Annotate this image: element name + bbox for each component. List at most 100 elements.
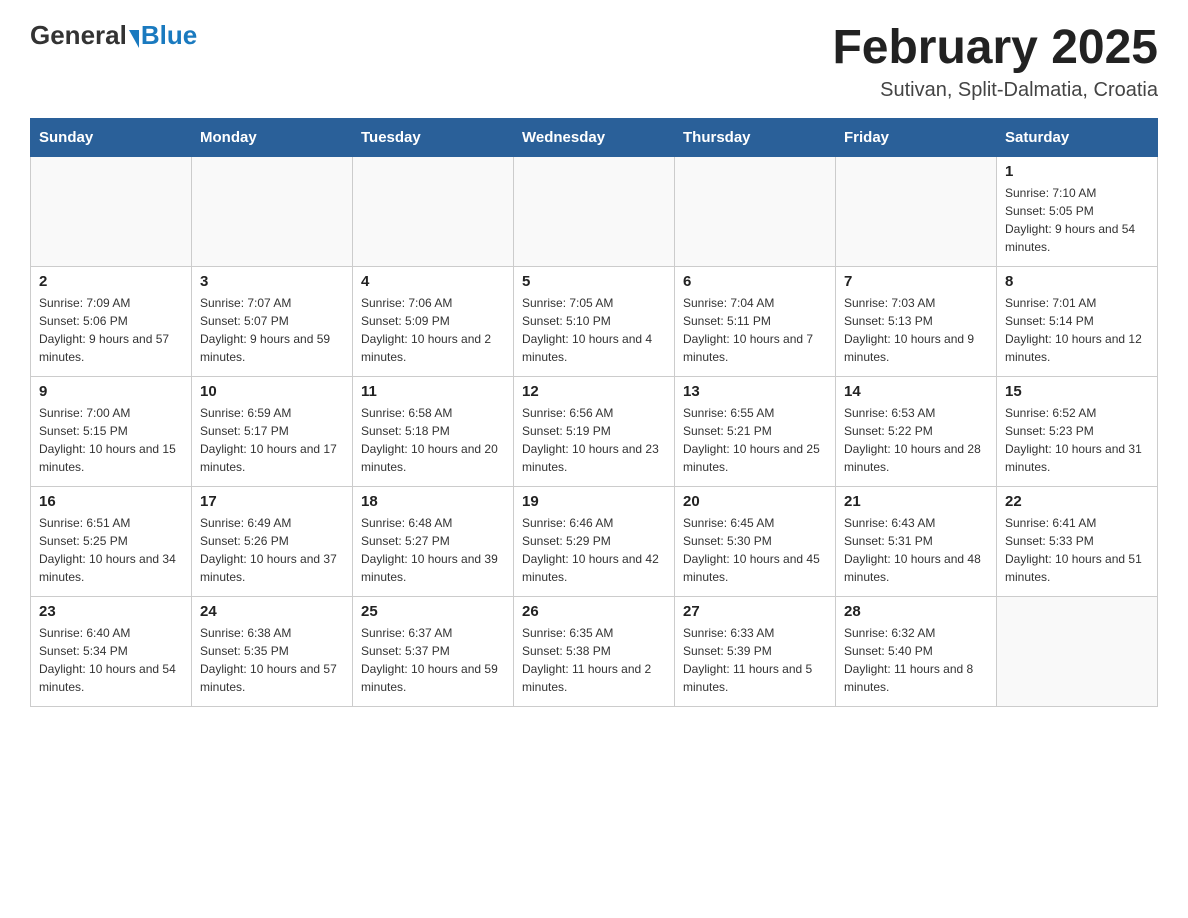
day-number: 4	[361, 273, 505, 290]
day-number: 27	[683, 603, 827, 620]
day-number: 9	[39, 383, 183, 400]
day-info: Sunrise: 6:32 AMSunset: 5:40 PMDaylight:…	[844, 624, 988, 696]
day-number: 16	[39, 493, 183, 510]
day-info: Sunrise: 6:46 AMSunset: 5:29 PMDaylight:…	[522, 514, 666, 586]
day-number: 2	[39, 273, 183, 290]
logo: General Blue	[30, 20, 197, 51]
calendar-cell: 4 Sunrise: 7:06 AMSunset: 5:09 PMDaylight…	[353, 267, 514, 377]
day-info: Sunrise: 6:55 AMSunset: 5:21 PMDaylight:…	[683, 404, 827, 476]
calendar-cell: 13 Sunrise: 6:55 AMSunset: 5:21 PMDayligh…	[675, 377, 836, 487]
day-number: 20	[683, 493, 827, 510]
calendar-header-thursday: Thursday	[675, 119, 836, 157]
day-number: 1	[1005, 163, 1149, 180]
calendar-header-saturday: Saturday	[997, 119, 1158, 157]
calendar-cell: 5 Sunrise: 7:05 AMSunset: 5:10 PMDaylight…	[514, 267, 675, 377]
logo-triangle-icon	[129, 30, 139, 48]
day-info: Sunrise: 6:38 AMSunset: 5:35 PMDaylight:…	[200, 624, 344, 696]
day-number: 5	[522, 273, 666, 290]
calendar-cell	[675, 157, 836, 267]
calendar-header-sunday: Sunday	[31, 119, 192, 157]
calendar-header-monday: Monday	[192, 119, 353, 157]
calendar-cell	[997, 597, 1158, 707]
day-info: Sunrise: 6:41 AMSunset: 5:33 PMDaylight:…	[1005, 514, 1149, 586]
calendar-cell: 25 Sunrise: 6:37 AMSunset: 5:37 PMDayligh…	[353, 597, 514, 707]
day-number: 12	[522, 383, 666, 400]
day-info: Sunrise: 7:04 AMSunset: 5:11 PMDaylight:…	[683, 294, 827, 366]
calendar-header-friday: Friday	[836, 119, 997, 157]
day-info: Sunrise: 6:59 AMSunset: 5:17 PMDaylight:…	[200, 404, 344, 476]
calendar-cell: 2Sunrise: 7:09 AMSunset: 5:06 PMDaylight…	[31, 267, 192, 377]
day-info: Sunrise: 7:01 AMSunset: 5:14 PMDaylight:…	[1005, 294, 1149, 366]
calendar-cell: 15 Sunrise: 6:52 AMSunset: 5:23 PMDayligh…	[997, 377, 1158, 487]
logo-general-text: General	[30, 20, 127, 51]
day-number: 24	[200, 603, 344, 620]
day-number: 8	[1005, 273, 1149, 290]
day-info: Sunrise: 6:48 AMSunset: 5:27 PMDaylight:…	[361, 514, 505, 586]
day-info: Sunrise: 6:51 AMSunset: 5:25 PMDaylight:…	[39, 514, 183, 586]
calendar-cell: 1 Sunrise: 7:10 AMSunset: 5:05 PMDaylight…	[997, 157, 1158, 267]
day-number: 15	[1005, 383, 1149, 400]
week-row-4: 16 Sunrise: 6:51 AMSunset: 5:25 PMDayligh…	[31, 487, 1158, 597]
day-info: Sunrise: 7:07 AMSunset: 5:07 PMDaylight:…	[200, 294, 344, 366]
calendar-cell: 28 Sunrise: 6:32 AMSunset: 5:40 PMDayligh…	[836, 597, 997, 707]
day-number: 6	[683, 273, 827, 290]
day-number: 10	[200, 383, 344, 400]
week-row-3: 9 Sunrise: 7:00 AMSunset: 5:15 PMDaylight…	[31, 377, 1158, 487]
calendar-cell: 6 Sunrise: 7:04 AMSunset: 5:11 PMDaylight…	[675, 267, 836, 377]
calendar-cell: 7 Sunrise: 7:03 AMSunset: 5:13 PMDaylight…	[836, 267, 997, 377]
calendar-cell: 21 Sunrise: 6:43 AMSunset: 5:31 PMDayligh…	[836, 487, 997, 597]
day-number: 26	[522, 603, 666, 620]
calendar-cell: 16 Sunrise: 6:51 AMSunset: 5:25 PMDayligh…	[31, 487, 192, 597]
day-info: Sunrise: 6:58 AMSunset: 5:18 PMDaylight:…	[361, 404, 505, 476]
calendar-cell: 11Sunrise: 6:58 AMSunset: 5:18 PMDayligh…	[353, 377, 514, 487]
calendar-cell: 14Sunrise: 6:53 AMSunset: 5:22 PMDayligh…	[836, 377, 997, 487]
day-info: Sunrise: 7:05 AMSunset: 5:10 PMDaylight:…	[522, 294, 666, 366]
calendar-cell: 22 Sunrise: 6:41 AMSunset: 5:33 PMDayligh…	[997, 487, 1158, 597]
day-number: 25	[361, 603, 505, 620]
day-number: 7	[844, 273, 988, 290]
day-info: Sunrise: 6:40 AMSunset: 5:34 PMDaylight:…	[39, 624, 183, 696]
day-info: Sunrise: 6:56 AMSunset: 5:19 PMDaylight:…	[522, 404, 666, 476]
calendar-header-row: SundayMondayTuesdayWednesdayThursdayFrid…	[31, 119, 1158, 157]
calendar-cell: 9 Sunrise: 7:00 AMSunset: 5:15 PMDaylight…	[31, 377, 192, 487]
subtitle: Sutivan, Split-Dalmatia, Croatia	[832, 79, 1158, 102]
day-info: Sunrise: 7:00 AMSunset: 5:15 PMDaylight:…	[39, 404, 183, 476]
day-number: 21	[844, 493, 988, 510]
day-info: Sunrise: 7:03 AMSunset: 5:13 PMDaylight:…	[844, 294, 988, 366]
day-number: 13	[683, 383, 827, 400]
day-number: 3	[200, 273, 344, 290]
day-number: 18	[361, 493, 505, 510]
day-info: Sunrise: 6:35 AMSunset: 5:38 PMDaylight:…	[522, 624, 666, 696]
calendar-cell: 20 Sunrise: 6:45 AMSunset: 5:30 PMDayligh…	[675, 487, 836, 597]
calendar-header-wednesday: Wednesday	[514, 119, 675, 157]
logo-blue-text: Blue	[141, 20, 197, 51]
calendar-cell	[514, 157, 675, 267]
day-number: 17	[200, 493, 344, 510]
day-info: Sunrise: 6:33 AMSunset: 5:39 PMDaylight:…	[683, 624, 827, 696]
day-number: 22	[1005, 493, 1149, 510]
calendar-cell: 19 Sunrise: 6:46 AMSunset: 5:29 PMDayligh…	[514, 487, 675, 597]
day-info: Sunrise: 7:10 AMSunset: 5:05 PMDaylight:…	[1005, 184, 1149, 256]
day-info: Sunrise: 6:37 AMSunset: 5:37 PMDaylight:…	[361, 624, 505, 696]
page-header: General Blue February 2025 Sutivan, Spli…	[30, 20, 1158, 102]
calendar-cell: 12 Sunrise: 6:56 AMSunset: 5:19 PMDayligh…	[514, 377, 675, 487]
week-row-2: 2Sunrise: 7:09 AMSunset: 5:06 PMDaylight…	[31, 267, 1158, 377]
day-number: 14	[844, 383, 988, 400]
calendar-cell: 24 Sunrise: 6:38 AMSunset: 5:35 PMDayligh…	[192, 597, 353, 707]
calendar-cell: 18 Sunrise: 6:48 AMSunset: 5:27 PMDayligh…	[353, 487, 514, 597]
calendar-cell: 8 Sunrise: 7:01 AMSunset: 5:14 PMDaylight…	[997, 267, 1158, 377]
calendar-cell	[836, 157, 997, 267]
day-info: Sunrise: 6:52 AMSunset: 5:23 PMDaylight:…	[1005, 404, 1149, 476]
main-title: February 2025	[832, 20, 1158, 75]
calendar-cell	[192, 157, 353, 267]
calendar-table: SundayMondayTuesdayWednesdayThursdayFrid…	[30, 118, 1158, 707]
day-number: 28	[844, 603, 988, 620]
calendar-cell: 27 Sunrise: 6:33 AMSunset: 5:39 PMDayligh…	[675, 597, 836, 707]
day-number: 19	[522, 493, 666, 510]
calendar-cell	[31, 157, 192, 267]
day-info: Sunrise: 7:06 AMSunset: 5:09 PMDaylight:…	[361, 294, 505, 366]
day-info: Sunrise: 6:43 AMSunset: 5:31 PMDaylight:…	[844, 514, 988, 586]
day-info: Sunrise: 6:45 AMSunset: 5:30 PMDaylight:…	[683, 514, 827, 586]
week-row-5: 23Sunrise: 6:40 AMSunset: 5:34 PMDayligh…	[31, 597, 1158, 707]
calendar-cell: 17Sunrise: 6:49 AMSunset: 5:26 PMDayligh…	[192, 487, 353, 597]
